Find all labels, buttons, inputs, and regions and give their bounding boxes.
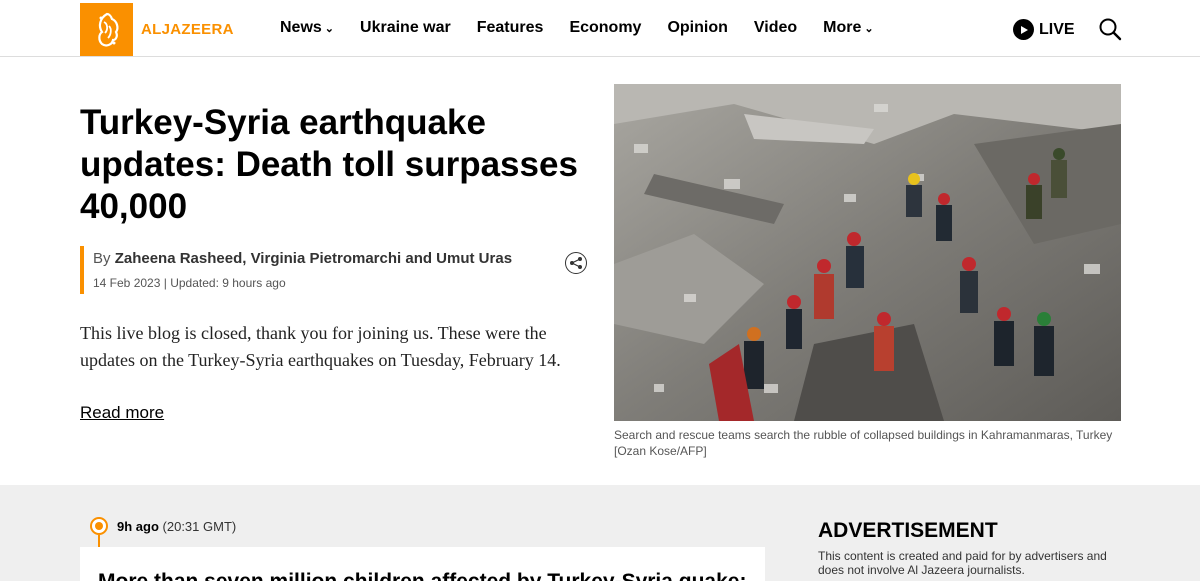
time-ago: 9h ago [117, 519, 159, 534]
author-line: By Zaheena Rasheed, Virginia Pietromarch… [93, 249, 590, 269]
time-gmt: (20:31 GMT) [162, 519, 237, 534]
nav-item-ukraine-war[interactable]: Ukraine war [360, 19, 451, 37]
advertisement-disclaimer: This content is created and paid for by … [818, 549, 1107, 577]
article-dates: 14 Feb 2023 | Updated: 9 hours ago [93, 276, 590, 290]
read-more-link[interactable]: Read more [80, 403, 164, 423]
nav-item-news[interactable]: News ⌄ [280, 19, 334, 37]
play-icon [1013, 19, 1034, 40]
nav-item-economy[interactable]: Economy [569, 19, 641, 37]
article-summary: This live blog is closed, thank you for … [80, 323, 561, 370]
share-icon[interactable] [565, 252, 587, 274]
chevron-down-icon: ⌄ [864, 23, 874, 35]
nav-item-label: Opinion [667, 19, 728, 36]
article-title: Turkey-Syria earthquake updates: Death t… [80, 103, 578, 226]
nav-item-label: Features [476, 19, 544, 36]
nav-item-label: Video [753, 19, 798, 36]
logo-emblem-icon [80, 3, 133, 56]
live-post-card: More than seven million children affecte… [80, 547, 765, 581]
nav-item-label: News [280, 19, 322, 36]
author-names[interactable]: Zaheena Rasheed, Virginia Pietromarchi a… [115, 250, 512, 267]
search-icon[interactable] [1098, 17, 1122, 41]
hero-photo [614, 84, 1121, 421]
chevron-down-icon: ⌄ [324, 23, 335, 35]
live-label: LIVE [1039, 20, 1075, 38]
nav-item-video[interactable]: Video [754, 19, 797, 37]
nav-item-more[interactable]: More ⌄ [823, 19, 873, 37]
live-button[interactable]: LIVE [1013, 19, 1075, 40]
site-header: ALJAZEERA News ⌄ Ukraine war Features Eco… [0, 0, 1200, 57]
by-prefix: By [93, 250, 111, 267]
timeline-line [98, 535, 100, 547]
post-timestamp: 9h ago (20:31 GMT) [117, 519, 236, 534]
main-nav: News ⌄ Ukraine war Features Economy Opini… [280, 19, 900, 37]
date-separator: | [163, 276, 167, 290]
article-byline: By Zaheena Rasheed, Virginia Pietromarch… [80, 246, 590, 294]
advertisement-heading: ADVERTISEMENT [818, 519, 998, 542]
live-post-title[interactable]: More than seven million children affecte… [98, 569, 758, 581]
publish-date: 14 Feb 2023 [93, 276, 161, 290]
logo-wordmark: ALJAZEERA [141, 21, 234, 38]
nav-item-opinion[interactable]: Opinion [667, 19, 727, 37]
photo-caption: Search and rescue teams search the rubbl… [614, 428, 1113, 458]
nav-item-label: Ukraine war [360, 19, 451, 36]
nav-item-features[interactable]: Features [477, 19, 544, 37]
site-logo[interactable]: ALJAZEERA [80, 3, 234, 56]
updated-time: Updated: 9 hours ago [170, 276, 286, 290]
timeline-marker-icon [90, 517, 108, 535]
nav-item-label: Economy [569, 19, 642, 36]
nav-item-label: More [823, 19, 862, 36]
